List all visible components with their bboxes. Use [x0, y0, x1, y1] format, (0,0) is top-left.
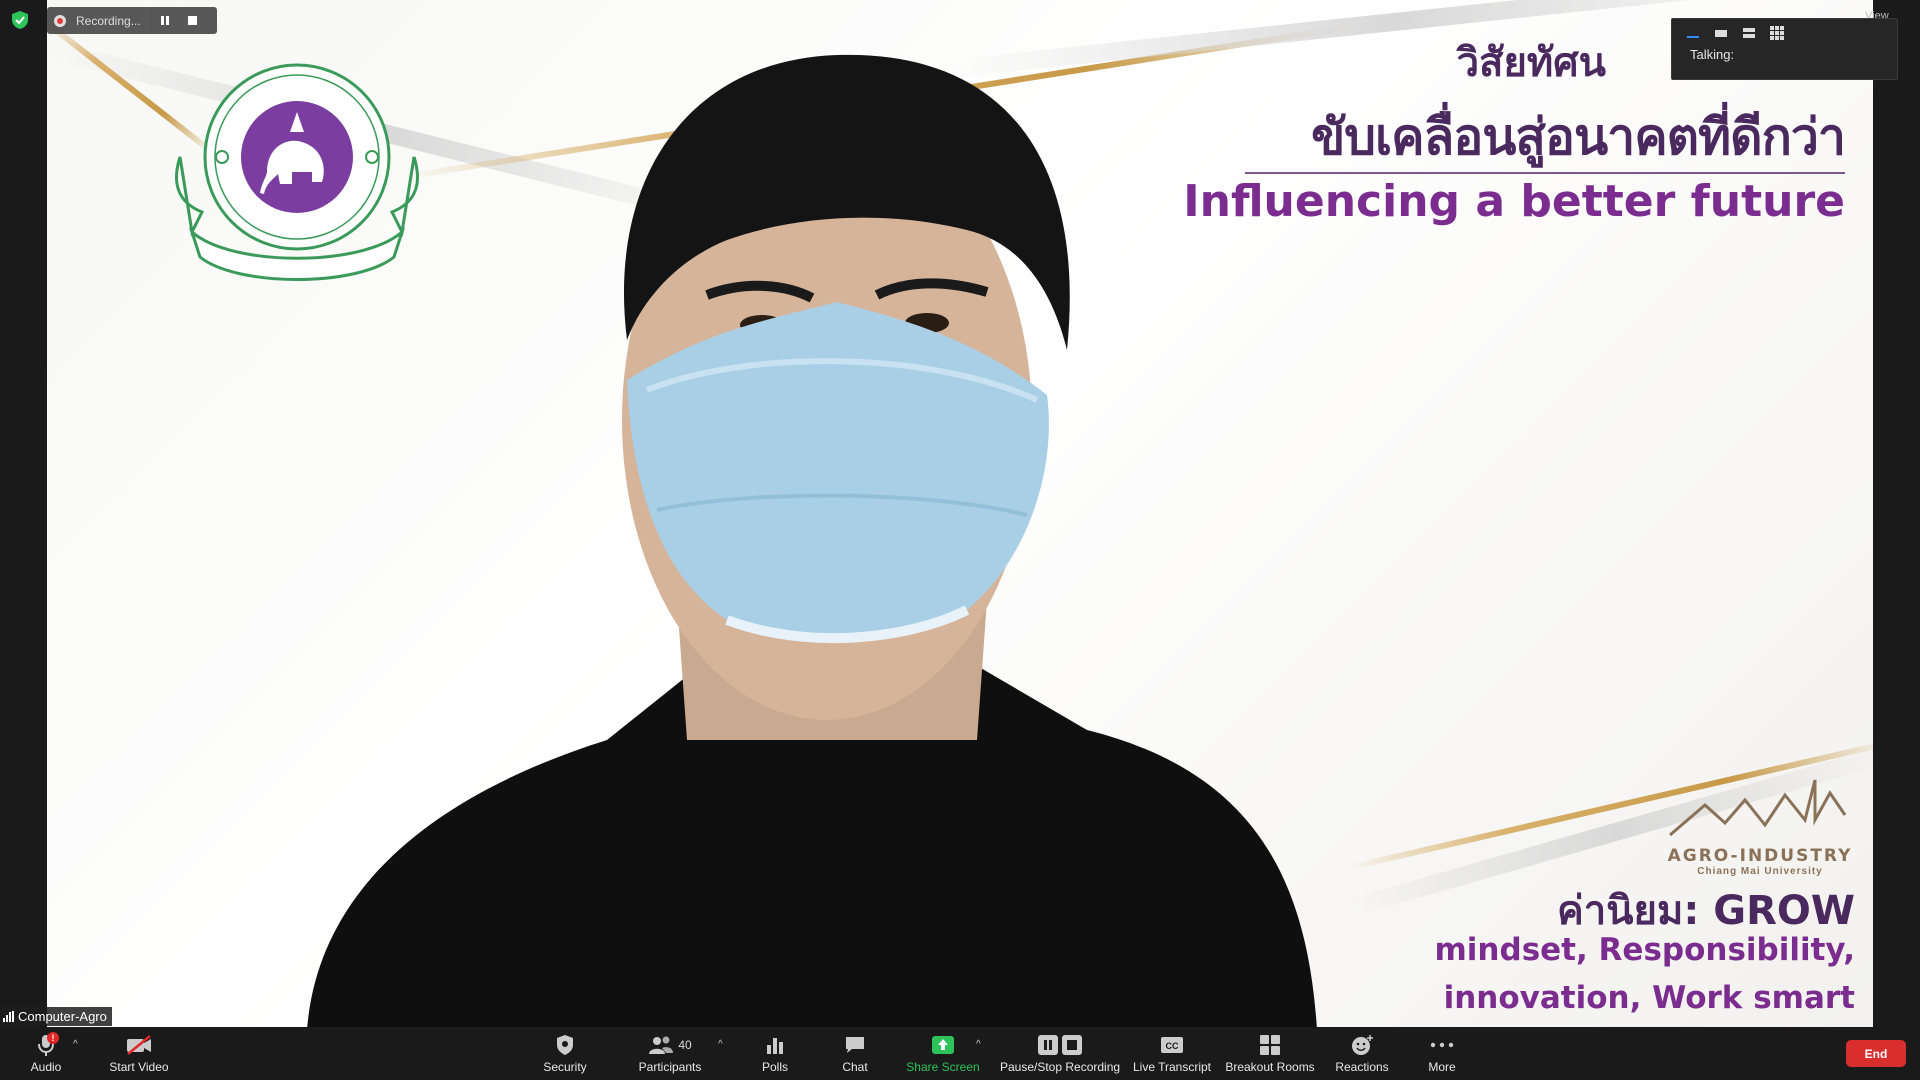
start-video-label: Start Video: [109, 1060, 169, 1074]
brand-sub: Chiang Mai University: [1697, 866, 1823, 877]
more-button[interactable]: More: [1422, 1027, 1462, 1080]
participants-label: Participants: [638, 1060, 702, 1074]
brand-name: AGRO-INDUSTRY: [1667, 846, 1853, 866]
pause-icon: [161, 16, 169, 25]
participants-icon: [649, 1036, 674, 1054]
breakout-rooms-label: Breakout Rooms: [1225, 1060, 1315, 1074]
breakout-rooms-button[interactable]: Breakout Rooms: [1225, 1027, 1315, 1080]
recording-label: Recording...: [76, 13, 141, 28]
stop-icon: [187, 16, 197, 25]
pause-stop-recording-button[interactable]: Pause/Stop Recording: [1000, 1027, 1120, 1080]
brand-logo: AGRO-INDUSTRY Chiang Mai University: [1665, 775, 1855, 877]
closed-caption-icon: CC: [1161, 1037, 1183, 1053]
participants-count: 40: [678, 1038, 692, 1052]
participants-button[interactable]: 40 Participants: [630, 1027, 710, 1080]
audio-alert-badge: !: [47, 1032, 59, 1044]
share-screen-label: Share Screen: [906, 1060, 980, 1074]
mountain-logo-icon: [1669, 779, 1847, 837]
talking-label: Talking:: [1690, 47, 1735, 62]
audio-button[interactable]: ! Audio: [20, 1027, 72, 1080]
participant-name: Computer-Agro: [18, 1009, 107, 1024]
reactions-button[interactable]: Reactions: [1332, 1027, 1392, 1080]
security-button[interactable]: Security: [536, 1027, 594, 1080]
breakout-rooms-icon: [1260, 1035, 1280, 1055]
live-transcript-button[interactable]: CC Live Transcript: [1132, 1027, 1212, 1080]
more-label: More: [1428, 1060, 1456, 1074]
recording-dot-icon: [54, 14, 66, 27]
minimize-icon[interactable]: [1684, 26, 1702, 40]
reactions-icon: [1352, 1035, 1373, 1055]
talking-panel: Talking:: [1671, 18, 1898, 80]
pause-recording-button[interactable]: [151, 7, 178, 34]
security-label: Security: [543, 1060, 587, 1074]
start-video-button[interactable]: Start Video: [104, 1027, 174, 1080]
speaker-video: [307, 54, 1317, 1027]
audio-label: Audio: [30, 1060, 62, 1074]
share-screen-options-caret[interactable]: ^: [976, 1039, 981, 1050]
live-transcript-label: Live Transcript: [1132, 1060, 1212, 1074]
gallery-view-icon[interactable]: [1768, 26, 1786, 40]
chat-label: Chat: [842, 1060, 868, 1074]
more-icon: [1430, 1042, 1454, 1048]
polls-label: Polls: [761, 1060, 788, 1074]
security-shield-icon[interactable]: [10, 10, 30, 30]
signal-strength-icon: [3, 1011, 14, 1022]
share-screen-icon: [932, 1036, 954, 1054]
reactions-label: Reactions: [1335, 1060, 1389, 1074]
participant-name-tag: Computer-Agro: [0, 1007, 112, 1026]
chat-icon: [846, 1037, 864, 1053]
meeting-toolbar: ! Audio ^ Start Video Security 40 Partic…: [0, 1027, 1920, 1080]
polls-icon: [767, 1038, 783, 1054]
shield-icon: [557, 1035, 573, 1055]
share-screen-button[interactable]: Share Screen: [905, 1027, 981, 1080]
svg-text:CC: CC: [1166, 1041, 1179, 1051]
speaker-view-icon[interactable]: [1740, 26, 1758, 40]
video-off-icon: [127, 1035, 151, 1055]
pause-stop-recording-label: Pause/Stop Recording: [999, 1060, 1121, 1074]
audio-options-caret[interactable]: ^: [73, 1039, 78, 1050]
participants-options-caret[interactable]: ^: [718, 1039, 723, 1050]
polls-button[interactable]: Polls: [755, 1027, 795, 1080]
chat-button[interactable]: Chat: [835, 1027, 875, 1080]
recording-bar: Recording...: [47, 7, 217, 34]
end-meeting-button[interactable]: End: [1846, 1040, 1906, 1067]
pause-stop-icon: [1038, 1035, 1082, 1055]
values-line-1: mindset, Responsibility,: [1434, 932, 1856, 968]
single-view-icon[interactable]: [1712, 26, 1730, 40]
values-line-2: innovation, Work smart: [1443, 980, 1855, 1016]
video-feed: วิสัยทัศน ขับเคลื่อนสู่อนาคตที่ดีกว่า In…: [47, 0, 1873, 1027]
stop-recording-button[interactable]: [178, 7, 205, 34]
